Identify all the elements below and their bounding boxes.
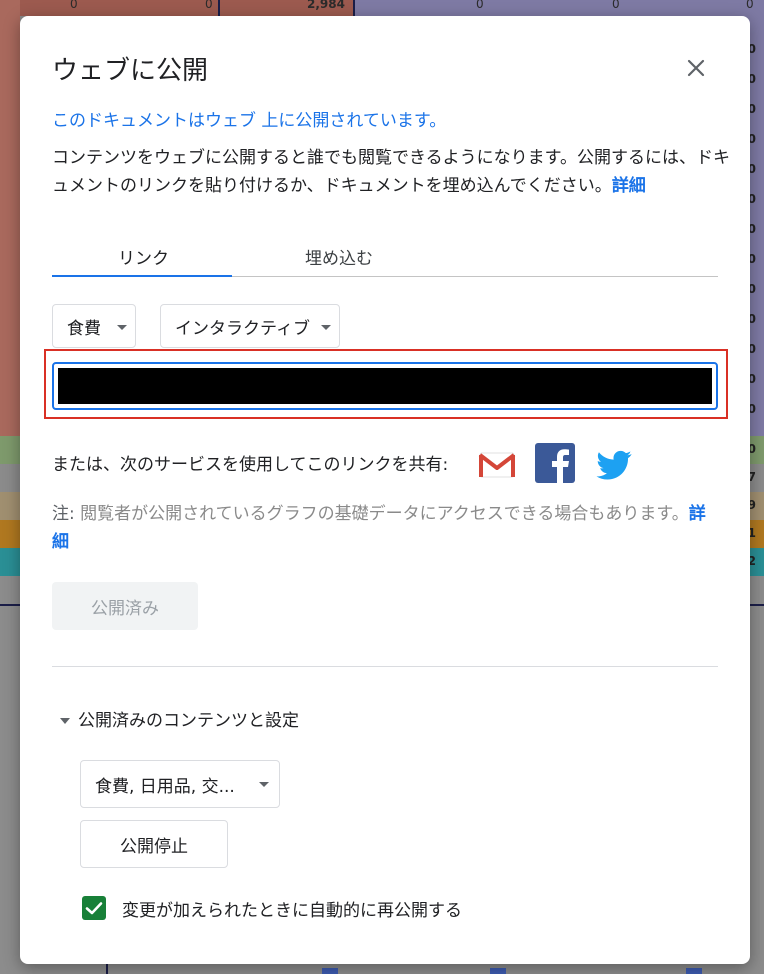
published-settings-toggle[interactable]: 公開済みのコンテンツと設定 [60, 706, 299, 731]
check-icon [85, 902, 103, 915]
bg-cell: 0 [612, 0, 620, 11]
bg-cell: 2,984 [307, 0, 345, 11]
format-dropdown[interactable]: インタラクティブ [160, 304, 340, 348]
note: 注: 閲覧者が公開されているグラフの基礎データにアクセスできる場合もあります。詳… [52, 500, 712, 556]
section-title: 公開済みのコンテンツと設定 [78, 711, 299, 731]
twitter-icon[interactable] [593, 444, 635, 486]
bg-chart-tick [322, 968, 338, 974]
sheet-dropdown[interactable]: 食費 [52, 304, 136, 348]
stop-publishing-button[interactable]: 公開停止 [80, 820, 228, 868]
description: コンテンツをウェブに公開すると誰でも閲覧できるようになります。公開するには、ドキ… [52, 144, 732, 200]
chevron-down-icon [321, 325, 331, 330]
published-sheets-value: 食費, 日用品, 交... [95, 776, 235, 797]
tab-link[interactable]: リンク [118, 244, 169, 269]
learn-more-link[interactable]: 詳細 [612, 176, 646, 196]
bg-cell: 0 [205, 0, 213, 11]
divider [52, 666, 718, 667]
note-label: 注: [52, 504, 75, 524]
sheet-dropdown-value: 食費 [67, 318, 101, 339]
publish-to-web-dialog: ウェブに公開 このドキュメントはウェブ 上に公開されています。 コンテンツをウェ… [20, 16, 750, 964]
bg-cell: 0 [476, 0, 484, 11]
format-dropdown-value: インタラクティブ [175, 318, 310, 339]
bg-gridline [353, 0, 355, 16]
active-tab-indicator [52, 275, 232, 277]
published-button: 公開済み [52, 582, 198, 630]
share-text: または、次のサービスを使用してこのリンクを共有: [52, 455, 449, 475]
tab-bar: リンク 埋め込む [52, 232, 718, 277]
bg-gridline [218, 0, 220, 16]
caret-down-icon [60, 718, 70, 724]
gmail-icon[interactable] [476, 444, 518, 486]
redacted-url [58, 368, 712, 404]
bg-column [0, 0, 20, 436]
bg-chart-tick [490, 968, 506, 974]
chevron-down-icon [259, 782, 269, 787]
published-url-field[interactable] [52, 362, 718, 410]
note-text: 閲覧者が公開されているグラフの基礎データにアクセスできる場合もあります。 [74, 504, 689, 524]
published-status-link[interactable]: このドキュメントはウェブ 上に公開されています。 [52, 106, 446, 131]
close-icon[interactable] [684, 56, 708, 80]
dialog-title: ウェブに公開 [52, 56, 209, 86]
bg-cell: 0 [746, 0, 754, 11]
tab-embed[interactable]: 埋め込む [305, 244, 373, 269]
chevron-down-icon [117, 325, 127, 330]
bg-chart-tick [686, 968, 702, 974]
bg-cell: 0 [70, 0, 78, 11]
auto-republish-label: 変更が加えられたときに自動的に再公開する [122, 901, 462, 921]
published-sheets-dropdown[interactable]: 食費, 日用品, 交... [80, 760, 280, 808]
auto-republish-checkbox[interactable] [82, 896, 106, 920]
facebook-icon[interactable] [534, 442, 576, 484]
